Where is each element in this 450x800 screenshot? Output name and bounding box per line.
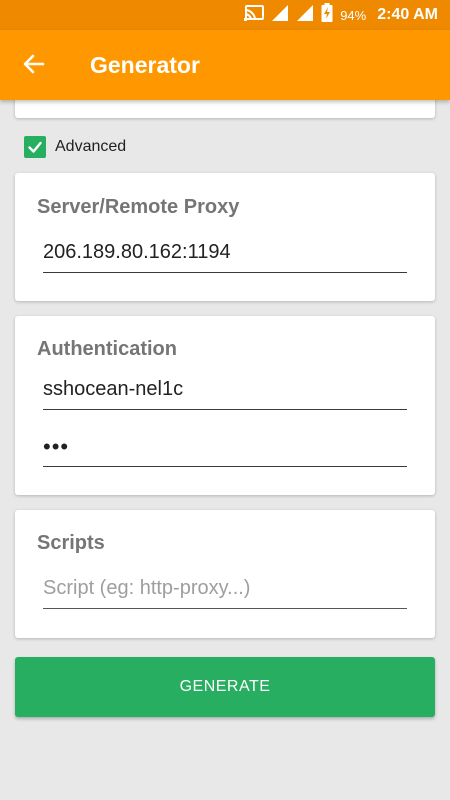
status-bar: 94% 2:40 AM: [0, 0, 450, 30]
scripts-card: Scripts: [15, 510, 435, 638]
authentication-card: Authentication: [15, 316, 435, 495]
username-input[interactable]: [43, 374, 407, 410]
battery-charging-icon: [321, 3, 333, 27]
battery-percent: 94%: [340, 7, 367, 23]
arrow-back-icon: [23, 53, 45, 80]
back-button[interactable]: [18, 50, 50, 82]
server-card: Server/Remote Proxy: [15, 173, 435, 301]
page-title: Generator: [90, 52, 200, 78]
script-input[interactable]: [43, 573, 407, 609]
app-bar: Generator: [0, 30, 450, 100]
generate-button[interactable]: GENERATE: [15, 657, 435, 717]
password-input[interactable]: [43, 431, 407, 467]
checkbox-checked-icon[interactable]: [24, 136, 46, 158]
server-title: Server/Remote Proxy: [37, 196, 240, 218]
advanced-label: Advanced: [55, 138, 127, 155]
authentication-title: Authentication: [37, 338, 177, 360]
clock: 2:40 AM: [377, 6, 438, 23]
signal-icon: [271, 4, 289, 27]
scripts-title: Scripts: [37, 532, 105, 554]
advanced-checkbox[interactable]: Advanced: [24, 136, 126, 158]
cast-icon: [244, 4, 265, 26]
signal-icon: [296, 4, 314, 27]
server-input[interactable]: [43, 237, 407, 273]
